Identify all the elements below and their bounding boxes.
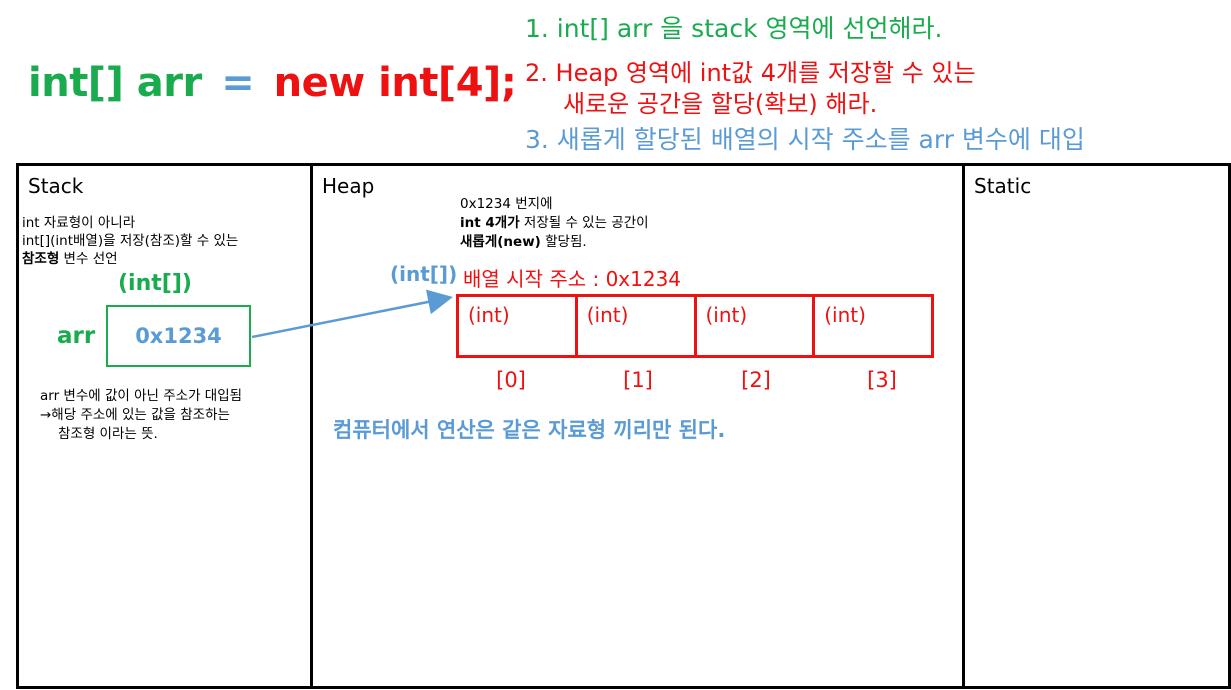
arrow-line	[251, 289, 453, 339]
reference-arrow	[251, 289, 453, 339]
